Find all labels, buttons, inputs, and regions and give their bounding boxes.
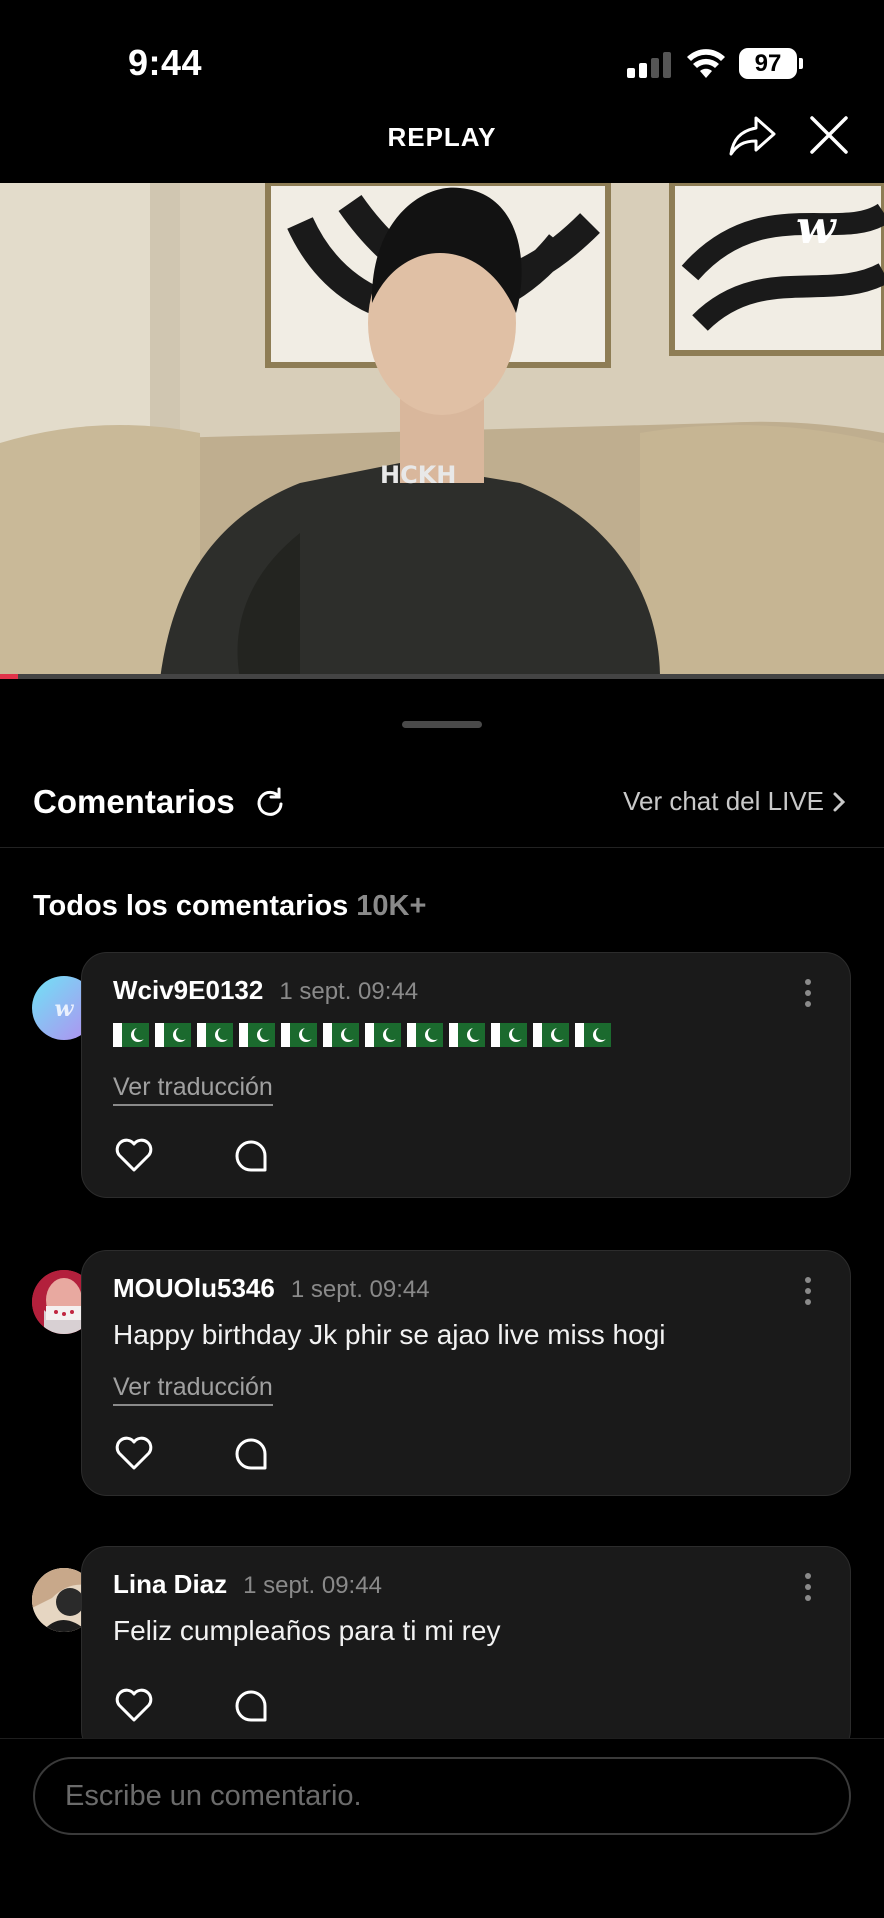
comment-card: Lina Diaz 1 sept. 09:44 Feliz cumpleaños… <box>81 1546 851 1756</box>
pakistan-flag-icon <box>197 1023 233 1047</box>
close-icon[interactable] <box>806 112 852 158</box>
translate-link[interactable]: Ver traducción <box>113 1373 273 1406</box>
status-bar: 9:44 97 <box>0 0 884 120</box>
svg-text:w: w <box>55 996 75 1022</box>
comment-meta: Wciv9E0132 1 sept. 09:44 <box>113 975 418 1006</box>
comment-username[interactable]: MOUOlu5346 <box>113 1273 275 1304</box>
wifi-icon <box>687 49 725 78</box>
comment-meta: MOUOlu5346 1 sept. 09:44 <box>113 1273 430 1304</box>
reply-bubble-icon[interactable] <box>234 1139 268 1173</box>
pakistan-flag-icon <box>491 1023 527 1047</box>
comment-date: 1 sept. 09:44 <box>243 1572 382 1599</box>
comment-text: Feliz cumpleaños para ti mi rey <box>113 1615 501 1646</box>
heart-icon[interactable] <box>114 1435 154 1471</box>
cellular-signal-icon <box>627 52 671 78</box>
comment-text: Happy birthday Jk phir se ajao live miss… <box>113 1319 666 1350</box>
translate-link[interactable]: Ver traducción <box>113 1073 273 1106</box>
comment-text <box>113 1023 611 1047</box>
video-frame: w HCKH <box>0 183 884 679</box>
comment-card: Wciv9E0132 1 sept. 09:44 Ver traducción <box>81 952 851 1198</box>
comment-count: 10K+ <box>356 890 427 922</box>
more-options-icon[interactable] <box>804 1277 812 1305</box>
pakistan-flag-icon <box>281 1023 317 1047</box>
all-comments-label: Todos los comentarios <box>33 890 349 922</box>
heart-icon[interactable] <box>114 1137 154 1173</box>
comment-card: MOUOlu5346 1 sept. 09:44 Happy birthday … <box>81 1250 851 1496</box>
sheet-drag-handle[interactable] <box>402 721 482 728</box>
pakistan-flag-icon <box>533 1023 569 1047</box>
refresh-icon[interactable] <box>254 786 286 818</box>
comments-header: Comentarios Ver chat del LIVE <box>0 770 884 848</box>
top-bar: REPLAY <box>0 110 884 180</box>
video-progress-fill <box>0 674 18 679</box>
comment-date: 1 sept. 09:44 <box>290 1276 430 1303</box>
chevron-right-icon <box>833 792 846 811</box>
comment-input-bar <box>0 1738 884 1918</box>
video-progress-bar[interactable] <box>0 674 884 679</box>
comment-username[interactable]: Wciv9E0132 <box>113 975 263 1006</box>
reply-bubble-icon[interactable] <box>234 1689 268 1723</box>
status-time: 9:44 <box>128 42 203 83</box>
pakistan-flag-icon <box>239 1023 275 1047</box>
pakistan-flag-icon <box>155 1023 191 1047</box>
pakistan-flag-icon <box>449 1023 485 1047</box>
more-options-icon[interactable] <box>804 1573 812 1601</box>
comment-input[interactable] <box>33 1757 851 1835</box>
pakistan-flag-icon <box>323 1023 359 1047</box>
heart-icon[interactable] <box>114 1687 154 1723</box>
battery-tip <box>799 58 803 69</box>
comments-title: Comentarios <box>33 783 235 820</box>
pakistan-flag-icon <box>113 1023 149 1047</box>
battery-indicator: 97 <box>739 48 797 79</box>
comment-meta: Lina Diaz 1 sept. 09:44 <box>113 1569 382 1600</box>
comment-username[interactable]: Lina Diaz <box>113 1569 227 1600</box>
pakistan-flag-icon <box>575 1023 611 1047</box>
pakistan-flag-icon <box>407 1023 443 1047</box>
live-chat-link[interactable]: Ver chat del LIVE <box>623 786 846 817</box>
live-chat-label: Ver chat del LIVE <box>623 786 824 816</box>
more-options-icon[interactable] <box>804 979 812 1007</box>
share-icon[interactable] <box>726 110 778 162</box>
reply-bubble-icon[interactable] <box>234 1437 268 1471</box>
video-player[interactable]: w HCKH <box>0 183 884 679</box>
all-comments-heading: Todos los comentarios 10K+ <box>33 890 426 923</box>
svg-text:HCKH: HCKH <box>380 461 456 489</box>
pakistan-flag-icon <box>365 1023 401 1047</box>
svg-text:w: w <box>796 200 837 254</box>
comment-date: 1 sept. 09:44 <box>279 978 419 1005</box>
